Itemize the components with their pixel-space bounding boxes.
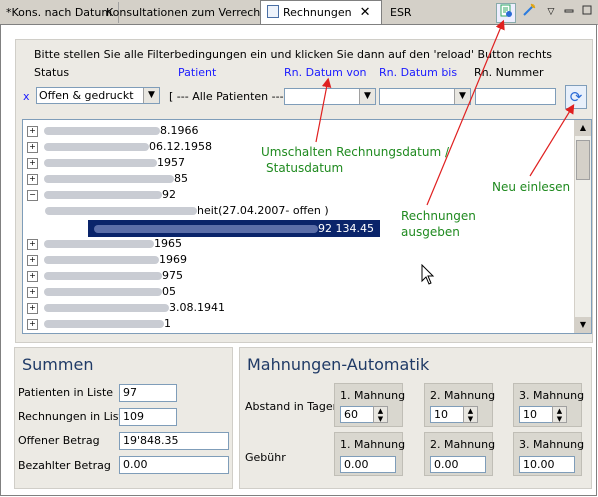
summen-label: Patienten in Liste <box>18 386 114 399</box>
abstand-3-input[interactable]: 10 <box>519 406 553 423</box>
summen-title: Summen <box>22 355 94 374</box>
annotation-toggle-line1: Umschalten Rechnungsdatum / <box>261 145 450 159</box>
spinner-icon[interactable]: ▲ ▼ <box>552 406 567 423</box>
summen-label: Offener Betrag <box>18 434 100 447</box>
annotation-output-line2: ausgeben <box>401 225 460 239</box>
gebuehr-mahnung-1: 1. Mahnung 0.00 <box>334 432 405 476</box>
summen-label: Rechnungen in Liste <box>18 410 130 423</box>
mahnungen-title: Mahnungen-Automatik <box>247 355 430 374</box>
arrow-print <box>426 19 505 206</box>
abstand-label: Abstand in Tagen <box>245 400 340 413</box>
abstand-mahnung-2: 2. Mahnung 10 ▲ ▼ <box>424 383 495 427</box>
rechnungen-in-liste-value: 109 <box>119 408 177 426</box>
arrow-toggle-date <box>315 77 332 143</box>
abstand-mahnung-1: 1. Mahnung 60 ▲ ▼ <box>334 383 405 427</box>
abstand-1-input[interactable]: 60 <box>340 406 374 423</box>
arrow-reload <box>529 103 575 177</box>
spinner-icon[interactable]: ▲ ▼ <box>373 406 388 423</box>
gebuehr-1-input[interactable]: 0.00 <box>340 456 396 473</box>
patienten-in-liste-value: 97 <box>119 384 177 402</box>
offener-betrag-value: 19'848.35 <box>119 432 229 450</box>
mouse-cursor-icon <box>421 263 435 291</box>
gebuehr-3-input[interactable]: 10.00 <box>519 456 575 473</box>
summen-label: Bezahlter Betrag <box>18 459 111 472</box>
annotation-output-line1: Rechnungen <box>401 209 476 223</box>
annotation-reload: Neu einlesen <box>492 180 571 194</box>
gebuehr-mahnung-2: 2. Mahnung 0.00 <box>424 432 495 476</box>
gebuehr-2-input[interactable]: 0.00 <box>430 456 486 473</box>
abstand-mahnung-3: 3. Mahnung 10 ▲ ▼ <box>513 383 584 427</box>
gebuehr-label: Gebühr <box>245 451 286 464</box>
annotation-toggle-line2: Statusdatum <box>266 161 344 175</box>
gebuehr-mahnung-3: 3. Mahnung 10.00 <box>513 432 584 476</box>
spinner-icon[interactable]: ▲ ▼ <box>463 406 478 423</box>
abstand-2-input[interactable]: 10 <box>430 406 464 423</box>
bezahlter-betrag-value: 0.00 <box>119 456 229 474</box>
